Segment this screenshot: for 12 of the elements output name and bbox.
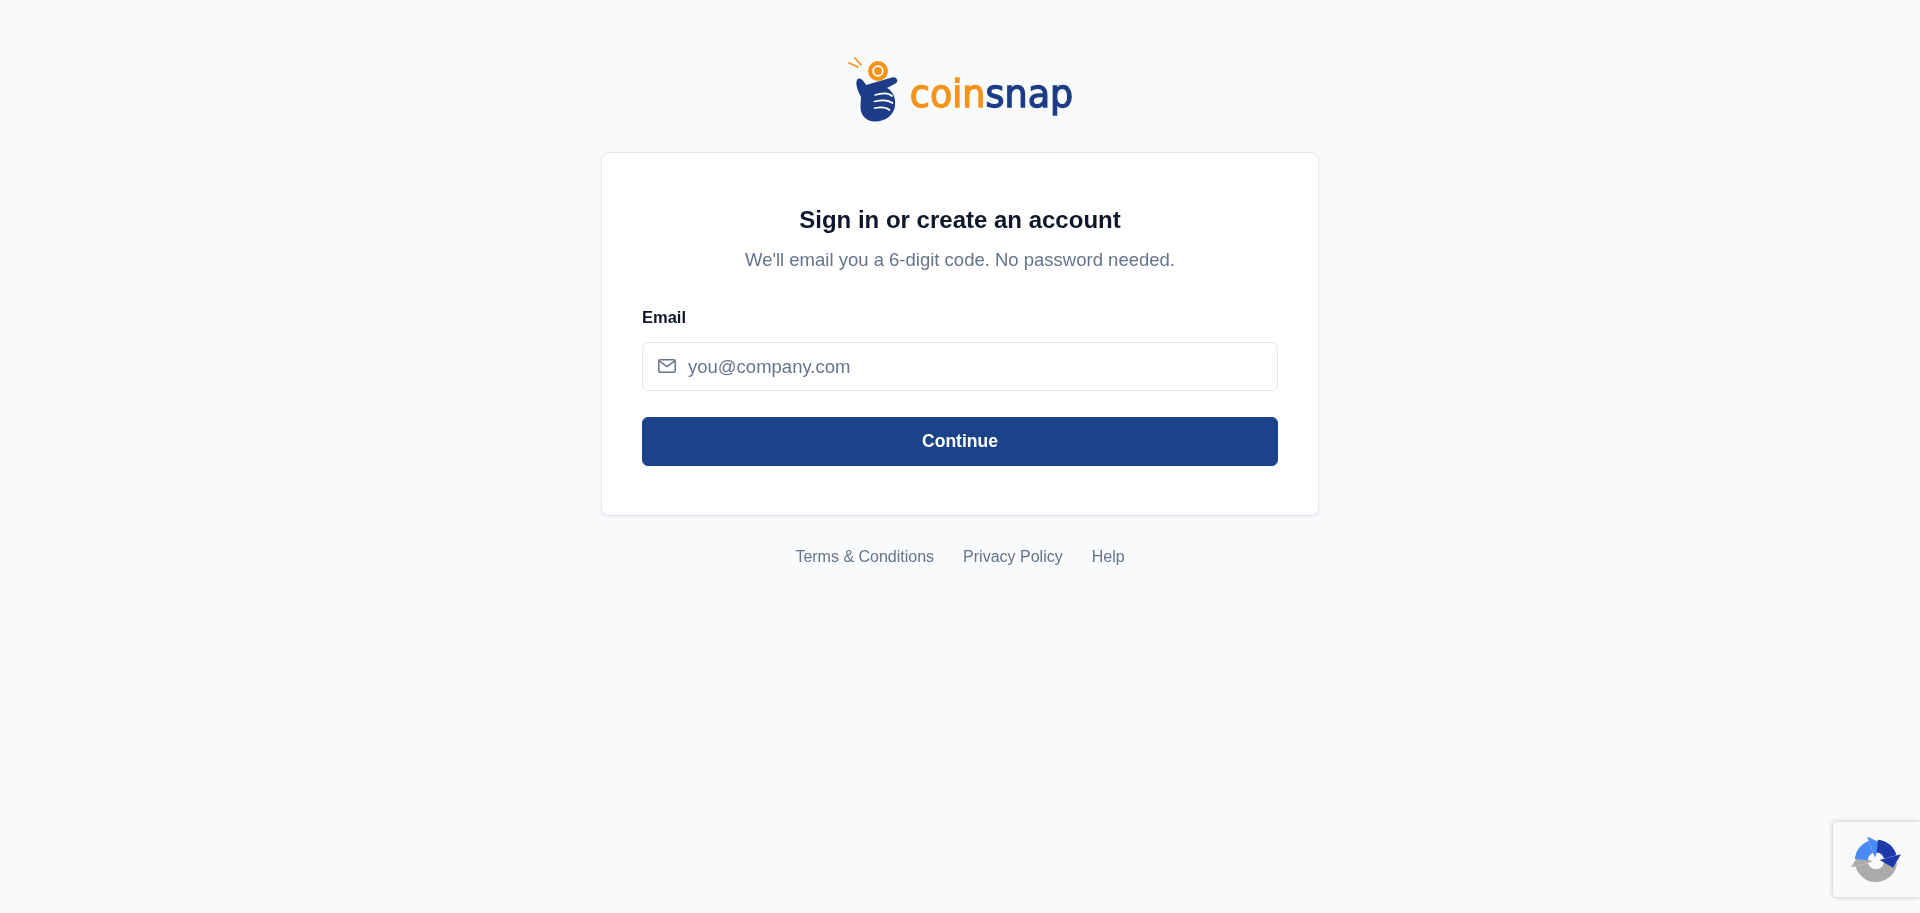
envelope-icon	[658, 359, 676, 373]
circular-arrows-icon	[1850, 835, 1902, 883]
captcha-badge[interactable]	[1833, 822, 1920, 897]
footer-link[interactable]: Help	[1091, 547, 1125, 567]
email-input-field[interactable]: you@company.com	[642, 342, 1278, 391]
continue-button[interactable]: Continue	[642, 417, 1278, 466]
footer-link[interactable]: Terms & Conditions	[795, 547, 935, 567]
card-subtitle: We'll email you a 6-digit code. No password needed.	[744, 248, 1176, 272]
logo-wordmark: coinsnap	[909, 77, 1074, 114]
email-label: Email	[642, 307, 688, 328]
card-title: Sign in or create an account	[798, 205, 1122, 235]
footer-link[interactable]: Privacy Policy	[963, 547, 1063, 567]
